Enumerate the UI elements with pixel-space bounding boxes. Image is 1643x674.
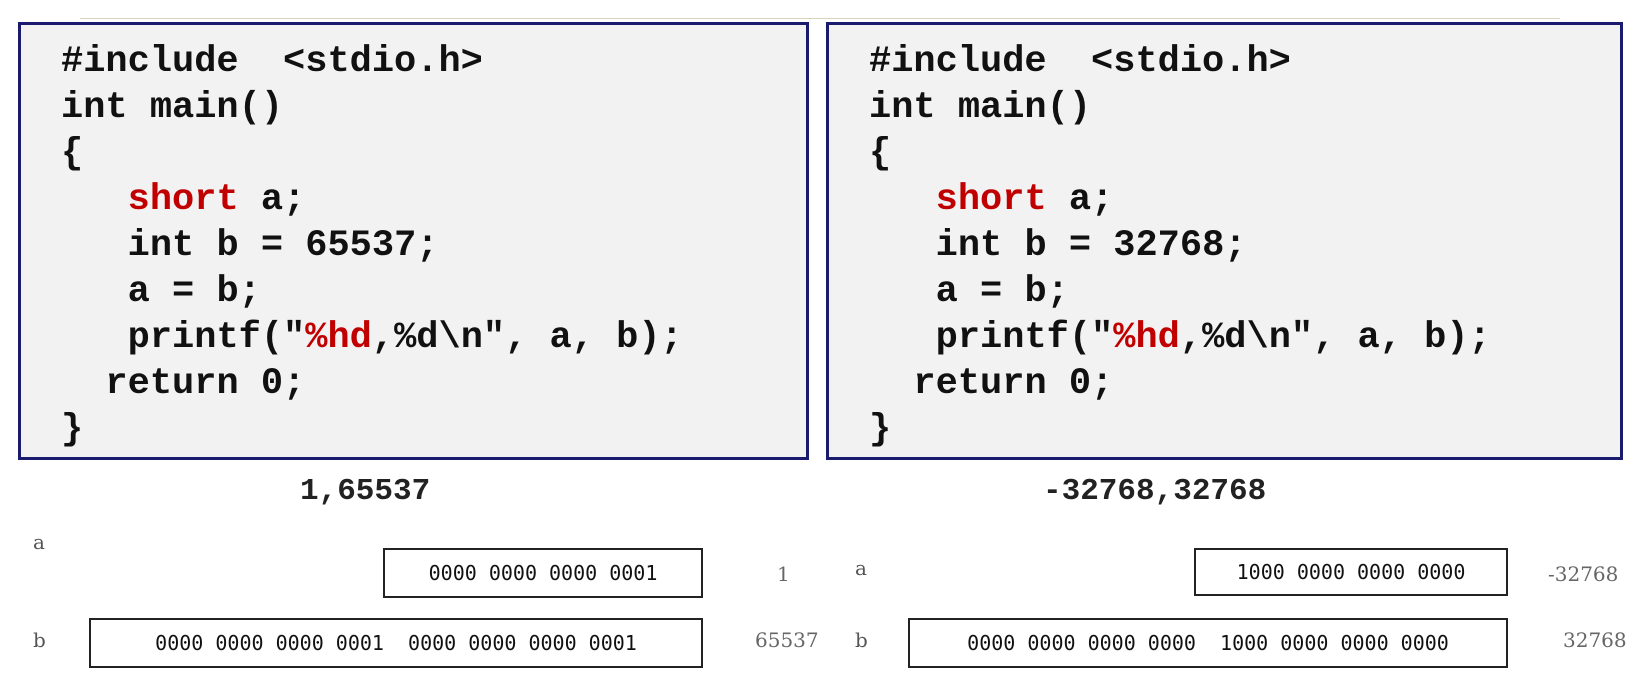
keyword-short: short	[935, 179, 1047, 221]
code-line-close-brace: }	[869, 409, 892, 451]
code-text: return 0;	[913, 363, 1114, 405]
code-text: printf("	[127, 317, 306, 359]
program-output-right: -32768,32768	[1043, 474, 1267, 509]
memory-label-b: b	[855, 628, 868, 652]
memory-box-a: 1000 0000 0000 0000	[1194, 548, 1508, 596]
code-text: a = b;	[127, 271, 261, 313]
code-text: ,%d\n", a, b);	[371, 317, 683, 359]
code-line-return: return 0;	[61, 361, 683, 407]
format-specifier-hd: %hd	[1113, 317, 1180, 359]
memory-label-b: b	[33, 628, 46, 652]
code-line-int-decl: int b = 32768;	[869, 223, 1491, 269]
code-text: a;	[238, 179, 306, 221]
memory-value-b: 65537	[755, 628, 819, 652]
memory-value-a: 1	[777, 562, 790, 586]
code-line-assign: a = b;	[869, 269, 1491, 315]
code-line-printf: printf("%hd,%d\n", a, b);	[61, 315, 683, 361]
code-panel-left: #include <stdio.h> int main(){ short a; i…	[18, 22, 809, 460]
code-line-include: #include <stdio.h>	[869, 41, 1291, 83]
memory-label-a: a	[33, 530, 45, 554]
memory-box-b: 0000 0000 0000 0000 1000 0000 0000 0000	[908, 618, 1508, 668]
code-block-right: #include <stdio.h> int main(){ short a; i…	[869, 39, 1491, 453]
top-divider	[80, 18, 1560, 19]
code-text: printf("	[935, 317, 1114, 359]
code-text: ,%d\n", a, b);	[1179, 317, 1491, 359]
code-line-short-decl: short a;	[61, 177, 683, 223]
format-specifier-hd: %hd	[305, 317, 372, 359]
code-panel-right: #include <stdio.h> int main(){ short a; i…	[826, 22, 1623, 460]
code-text: int b = 32768;	[935, 225, 1247, 267]
keyword-short: short	[127, 179, 239, 221]
program-output-left: 1,65537	[300, 474, 431, 509]
code-line-int-decl: int b = 65537;	[61, 223, 683, 269]
memory-value-b: 32768	[1563, 628, 1627, 652]
memory-value-a: -32768	[1548, 562, 1619, 586]
code-line-return: return 0;	[869, 361, 1491, 407]
code-line-assign: a = b;	[61, 269, 683, 315]
code-line-short-decl: short a;	[869, 177, 1491, 223]
code-line-open-brace: {	[869, 133, 892, 175]
code-block-left: #include <stdio.h> int main(){ short a; i…	[61, 39, 683, 453]
code-text: a;	[1046, 179, 1114, 221]
memory-label-a: a	[855, 556, 867, 580]
code-text: a = b;	[935, 271, 1069, 313]
code-line-include: #include <stdio.h>	[61, 41, 483, 83]
code-line-open-brace: {	[61, 133, 84, 175]
code-line-close-brace: }	[61, 409, 84, 451]
code-text: int b = 65537;	[127, 225, 439, 267]
code-text: return 0;	[105, 363, 306, 405]
code-line-main: int main()	[61, 87, 284, 129]
code-line-main: int main()	[869, 87, 1092, 129]
memory-box-b: 0000 0000 0000 0001 0000 0000 0000 0001	[89, 618, 703, 668]
code-line-printf: printf("%hd,%d\n", a, b);	[869, 315, 1491, 361]
memory-box-a: 0000 0000 0000 0001	[383, 548, 703, 598]
